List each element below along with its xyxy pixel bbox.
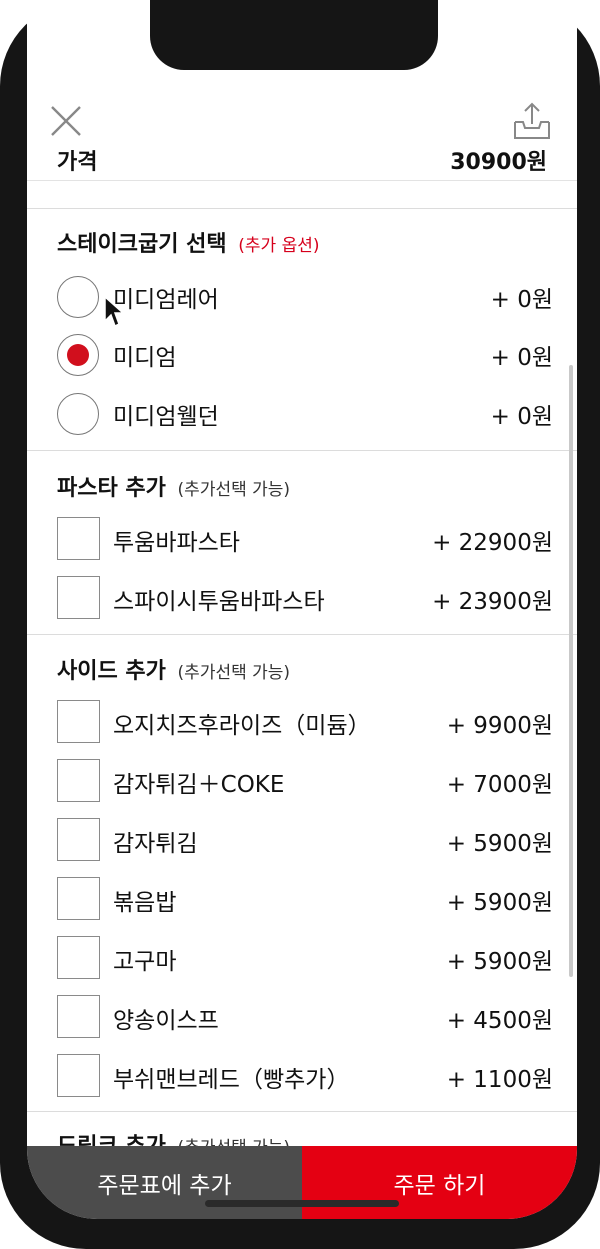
option-price: + 0원	[490, 287, 553, 313]
divider	[27, 450, 577, 451]
steak-hint: (추가 옵션)	[238, 236, 320, 256]
divider	[27, 1111, 577, 1112]
side-title: 사이드 추가	[57, 659, 166, 684]
option-name: 고구마	[113, 949, 177, 975]
option-name: 감자튀김	[113, 831, 198, 857]
checkbox[interactable]	[57, 936, 100, 979]
option-name: 미디엄	[113, 345, 177, 371]
close-icon[interactable]	[49, 104, 83, 138]
checkbox[interactable]	[57, 576, 100, 619]
app-screen: 가격 30900원 스테이크굽기 선택 (추가 옵션) 미디엄레어 + 0원 미…	[27, 0, 577, 1219]
drink-section-title: 드링크 추가 (추가선택 가능)	[57, 1128, 290, 1146]
option-price: + 22900원	[432, 530, 553, 556]
option-price: + 1100원	[446, 1067, 553, 1093]
option-price: + 7000원	[446, 772, 553, 798]
option-name: 스파이시투움바파스타	[113, 589, 325, 615]
drink-title: 드링크 추가	[57, 1134, 166, 1146]
price-value: 30900원	[450, 150, 547, 175]
checkbox-option[interactable]: 부쉬맨브레드（빵추가） + 1100원	[27, 1054, 577, 1104]
order-button[interactable]: 주문 하기	[302, 1146, 577, 1219]
pasta-title: 파스타 추가	[57, 476, 166, 501]
option-name: 볶음밥	[113, 890, 177, 916]
radio-option[interactable]: 미디엄 + 0원	[27, 332, 577, 382]
checkbox-option[interactable]: 투움바파스타 + 22900원	[27, 517, 577, 567]
pasta-hint: (추가선택 가능)	[177, 480, 291, 500]
checkbox[interactable]	[57, 818, 100, 861]
option-price: + 5900원	[446, 831, 553, 857]
radio-button[interactable]	[57, 276, 99, 318]
scrollbar[interactable]	[569, 365, 573, 977]
checkbox-option[interactable]: 오지치즈후라이즈（미듐） + 9900원	[27, 700, 577, 750]
bottom-action-bar: 주문표에 추가 주문 하기	[27, 1146, 577, 1219]
checkbox-option[interactable]: 스파이시투움바파스타 + 23900원	[27, 576, 577, 626]
checkbox[interactable]	[57, 995, 100, 1038]
pasta-section-title: 파스타 추가 (추가선택 가능)	[57, 470, 290, 502]
checkbox-option[interactable]: 감자튀김 + 5900원	[27, 818, 577, 868]
phone-frame: 가격 30900원 스테이크굽기 선택 (추가 옵션) 미디엄레어 + 0원 미…	[0, 0, 600, 1249]
checkbox[interactable]	[57, 759, 100, 802]
option-name: 미디엄레어	[113, 287, 219, 313]
checkbox[interactable]	[57, 700, 100, 743]
option-name: 투움바파스타	[113, 530, 240, 556]
add-to-cart-button[interactable]: 주문표에 추가	[27, 1146, 302, 1219]
price-label: 가격	[57, 150, 98, 175]
side-section-title: 사이드 추가 (추가선택 가능)	[57, 653, 290, 685]
option-name: 감자튀김＋COKE	[113, 772, 285, 798]
option-name: 오지치즈후라이즈（미듐）	[113, 713, 371, 739]
option-name: 양송이스프	[113, 1008, 219, 1034]
radio-button[interactable]	[57, 393, 99, 435]
checkbox-option[interactable]: 양송이스프 + 4500원	[27, 995, 577, 1045]
option-price: + 0원	[490, 404, 553, 430]
option-price: + 4500원	[446, 1008, 553, 1034]
option-name: 부쉬맨브레드（빵추가）	[113, 1067, 350, 1093]
price-row: 가격 30900원	[27, 140, 577, 181]
side-hint: (추가선택 가능)	[177, 663, 291, 683]
checkbox[interactable]	[57, 1054, 100, 1097]
drink-hint: (추가선택 가능)	[178, 1138, 291, 1146]
steak-title: 스테이크굽기 선택	[57, 232, 227, 257]
checkbox-option[interactable]: 고구마 + 5900원	[27, 936, 577, 986]
phone-notch	[150, 0, 438, 70]
option-price: + 5900원	[446, 949, 553, 975]
divider	[27, 208, 577, 209]
option-price: + 9900원	[446, 713, 553, 739]
option-price: + 23900원	[432, 589, 553, 615]
share-icon[interactable]	[511, 100, 553, 142]
checkbox[interactable]	[57, 877, 100, 920]
mouse-cursor-icon	[104, 295, 125, 328]
radio-dot	[67, 344, 89, 366]
radio-button-selected[interactable]	[57, 334, 99, 376]
checkbox-option[interactable]: 감자튀김＋COKE + 7000원	[27, 759, 577, 809]
drink-section-clip: 드링크 추가 (추가선택 가능)	[27, 1118, 577, 1146]
radio-option[interactable]: 미디엄웰던 + 0원	[27, 391, 577, 441]
option-price: + 5900원	[446, 890, 553, 916]
steak-section-title: 스테이크굽기 선택 (추가 옵션)	[57, 226, 320, 258]
checkbox[interactable]	[57, 517, 100, 560]
checkbox-option[interactable]: 볶음밥 + 5900원	[27, 877, 577, 927]
option-price: + 0원	[490, 345, 553, 371]
home-indicator[interactable]	[205, 1200, 399, 1207]
option-name: 미디엄웰던	[113, 404, 219, 430]
divider	[27, 634, 577, 635]
